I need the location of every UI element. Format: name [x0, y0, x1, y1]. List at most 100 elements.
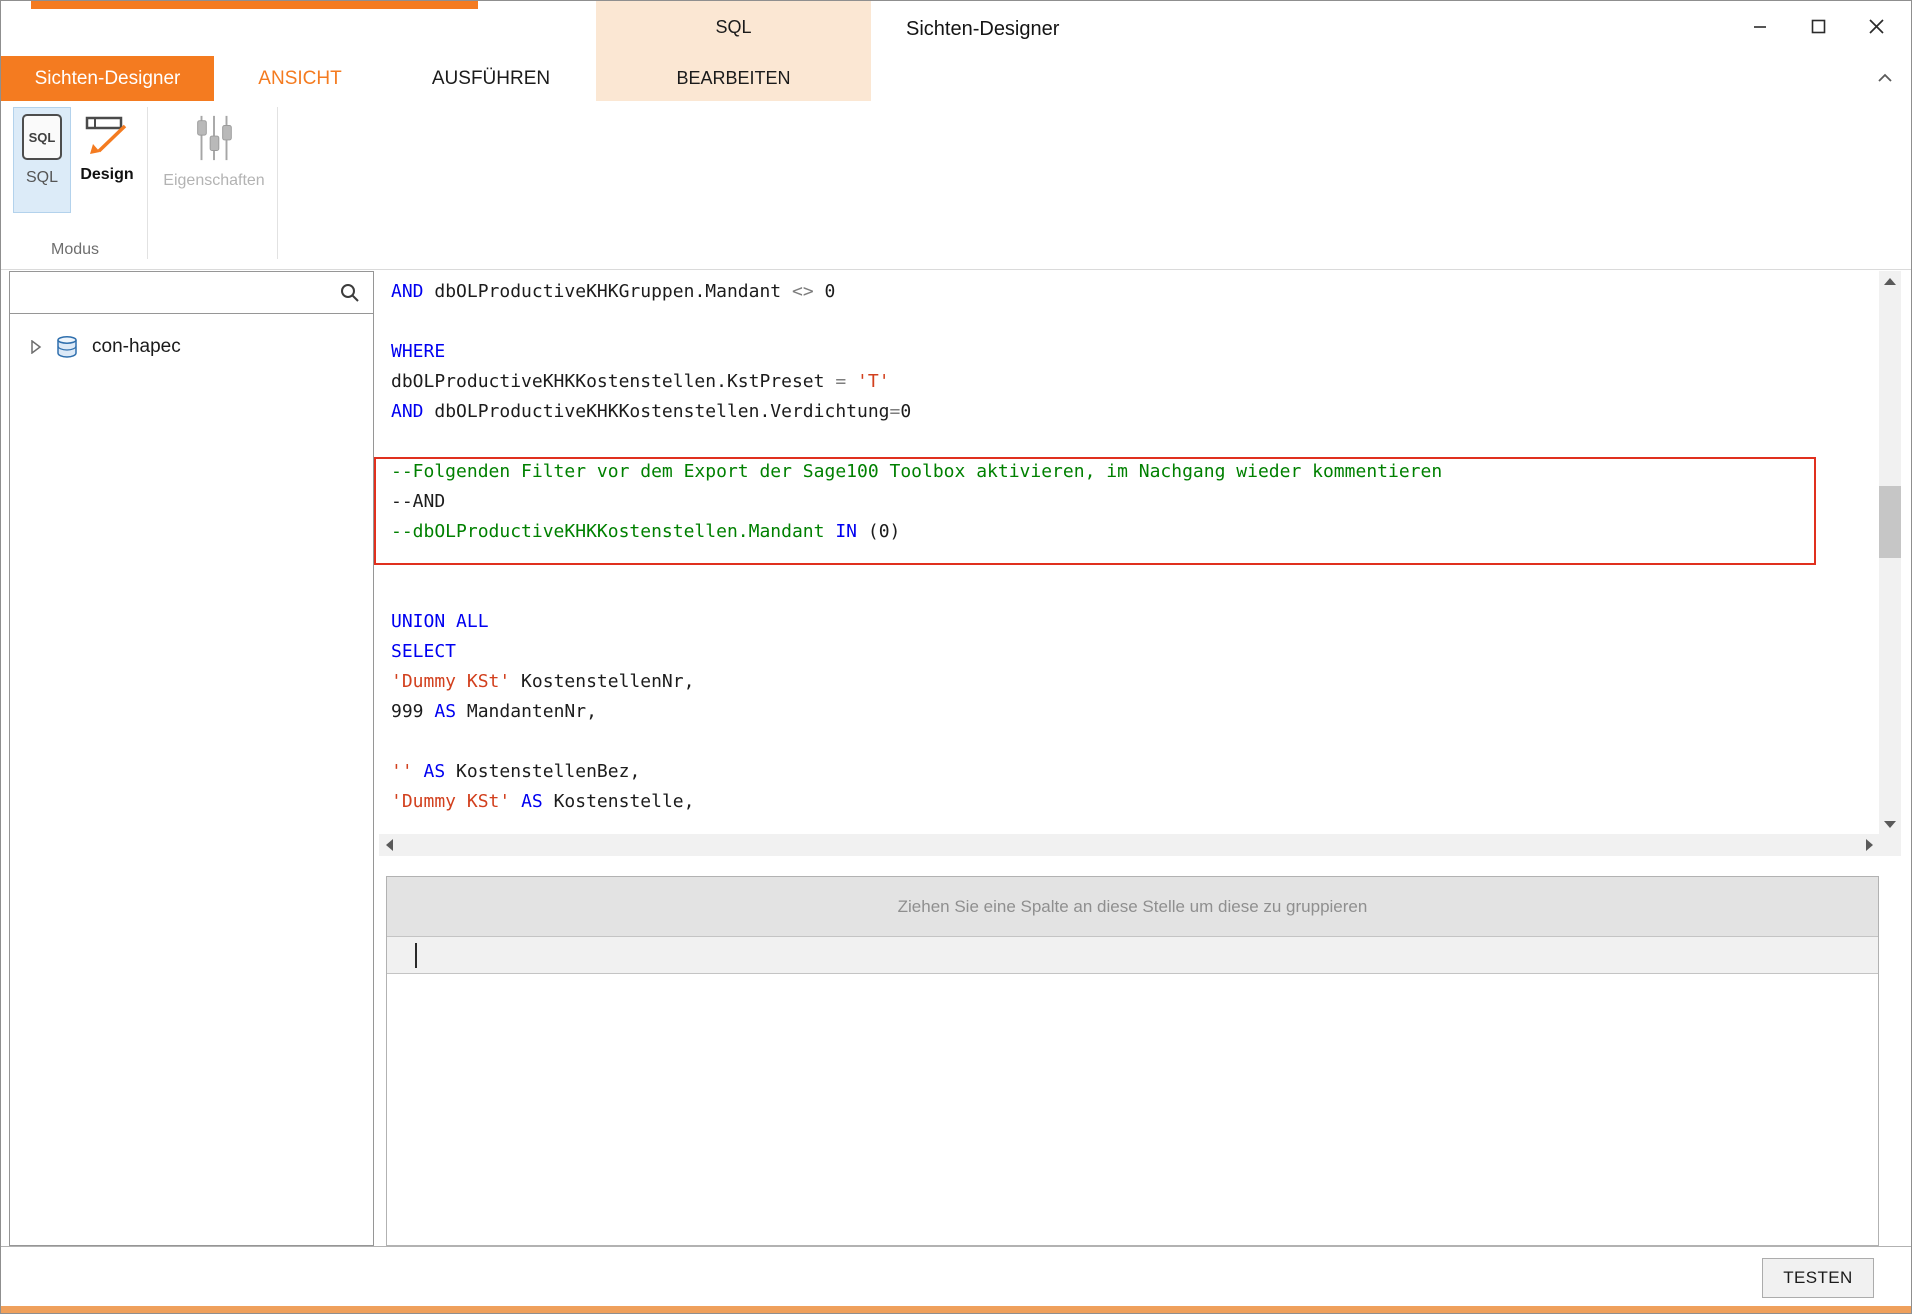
tab-ansicht[interactable]: ANSICHT: [214, 56, 386, 101]
group-by-drop-area[interactable]: Ziehen Sie eine Spalte an diese Stelle u…: [387, 877, 1878, 937]
code-token: AS: [521, 791, 543, 812]
eigenschaften-button[interactable]: Eigenschaften: [153, 107, 275, 213]
code-line[interactable]: [391, 427, 1879, 457]
ribbon-group-separator: [147, 107, 148, 259]
scroll-down-button[interactable]: [1879, 814, 1901, 834]
close-button[interactable]: [1847, 5, 1905, 47]
footer-divider: [1, 1246, 1911, 1247]
code-token: '': [391, 761, 413, 782]
app-window: SQL BEARBEITEN Sichten-Designer Sichten-…: [0, 0, 1912, 1314]
tab-sql-bearbeiten[interactable]: BEARBEITEN: [596, 56, 871, 101]
scroll-left-icon: [386, 839, 393, 851]
maximize-icon: [1811, 19, 1826, 34]
code-token: =: [835, 371, 846, 392]
code-token: AND: [391, 401, 424, 422]
eigenschaften-label: Eigenschaften: [163, 172, 264, 190]
code-line[interactable]: '' AS KostenstellenBez,: [391, 757, 1879, 787]
scroll-up-button[interactable]: [1879, 271, 1901, 291]
database-explorer-panel: con-hapec: [9, 271, 374, 1246]
tab-ausfuehren[interactable]: AUSFÜHREN: [386, 56, 596, 101]
close-icon: [1868, 18, 1885, 35]
code-token: =: [890, 401, 901, 422]
scroll-right-button[interactable]: [1859, 834, 1879, 856]
code-token: IN: [835, 521, 857, 542]
code-token: UNION ALL: [391, 611, 489, 632]
contextual-group-label: SQL: [596, 17, 871, 38]
scroll-up-icon: [1884, 278, 1896, 285]
tree-item-label: con-hapec: [92, 336, 181, 358]
design-icon: [84, 113, 130, 157]
code-token: dbOLProductiveKHKKostenstellen.Verdichtu…: [424, 401, 890, 422]
ribbon: SQL SQL Design Eigenschaften: [1, 101, 1911, 270]
editor-horizontal-scrollbar[interactable]: [379, 834, 1879, 856]
code-token: 'T': [857, 371, 890, 392]
bottom-accent-bar: [1, 1306, 1911, 1314]
code-line[interactable]: UNION ALL: [391, 607, 1879, 637]
explorer-search-bar[interactable]: [10, 272, 373, 314]
code-line[interactable]: SELECT: [391, 637, 1879, 667]
expand-arrow-icon[interactable]: [30, 340, 42, 354]
grid-column-header-row[interactable]: [387, 937, 1878, 974]
code-line[interactable]: AND dbOLProductiveKHKKostenstellen.Verdi…: [391, 397, 1879, 427]
scroll-left-button[interactable]: [379, 834, 399, 856]
code-line[interactable]: AND dbOLProductiveKHKGruppen.Mandant <> …: [391, 277, 1879, 307]
ribbon-group-label-modus: Modus: [9, 241, 141, 259]
code-token: [413, 761, 424, 782]
design-mode-label: Design: [80, 166, 133, 184]
code-line[interactable]: 'Dummy KSt' KostenstellenNr,: [391, 667, 1879, 697]
code-line[interactable]: 999 AS MandantenNr,: [391, 697, 1879, 727]
properties-sliders-icon: [191, 113, 237, 163]
code-token: <>: [792, 281, 814, 302]
result-grid: Ziehen Sie eine Spalte an diese Stelle u…: [386, 876, 1879, 1246]
sql-document-icon: SQL: [22, 114, 62, 160]
code-token: MandantenNr,: [456, 701, 597, 722]
top-accent-bar: [31, 1, 478, 9]
design-mode-button[interactable]: Design: [75, 107, 139, 213]
vertical-scrollbar-thumb[interactable]: [1879, 486, 1901, 558]
scroll-right-icon: [1866, 839, 1873, 851]
code-token: (0): [857, 521, 900, 542]
search-icon[interactable]: [339, 282, 361, 304]
code-token: SELECT: [391, 641, 456, 662]
code-token: AS: [434, 701, 456, 722]
maximize-button[interactable]: [1789, 5, 1847, 47]
code-line[interactable]: dbOLProductiveKHKKostenstellen.KstPreset…: [391, 367, 1879, 397]
code-token: dbOLProductiveKHKGruppen.Mandant: [424, 281, 792, 302]
code-line[interactable]: WHERE: [391, 337, 1879, 367]
code-line[interactable]: --AND: [391, 487, 1879, 517]
editor-vertical-scrollbar[interactable]: [1879, 271, 1901, 834]
code-token: KostenstellenNr,: [510, 671, 694, 692]
code-token: [510, 791, 521, 812]
scroll-down-icon: [1884, 821, 1896, 828]
scrollbar-corner: [1879, 834, 1901, 856]
sql-mode-button[interactable]: SQL SQL: [13, 107, 71, 213]
sql-code: AND dbOLProductiveKHKGruppen.Mandant <> …: [379, 271, 1879, 817]
code-token: Kostenstelle,: [543, 791, 695, 812]
window-title: Sichten-Designer: [906, 18, 1059, 41]
sql-editor[interactable]: AND dbOLProductiveKHKGruppen.Mandant <> …: [379, 271, 1879, 834]
code-token: [846, 371, 857, 392]
tree-item-con-hapec[interactable]: con-hapec: [10, 330, 373, 364]
database-icon: [54, 335, 80, 359]
code-token: --AND: [391, 491, 445, 512]
window-controls: [1731, 5, 1905, 47]
code-line[interactable]: 'Dummy KSt' AS Kostenstelle,: [391, 787, 1879, 817]
code-line[interactable]: [391, 307, 1879, 337]
code-line[interactable]: --Folgenden Filter vor dem Export der Sa…: [391, 457, 1879, 487]
ribbon-group-separator: [277, 107, 278, 259]
code-line[interactable]: [391, 727, 1879, 757]
grid-body[interactable]: [387, 974, 1878, 1244]
contextual-tab-group: SQL BEARBEITEN: [596, 1, 871, 101]
code-token: dbOLProductiveKHKKostenstellen.KstPreset: [391, 371, 835, 392]
code-token: AS: [424, 761, 446, 782]
collapse-ribbon-button[interactable]: [1871, 67, 1899, 89]
code-line[interactable]: --dbOLProductiveKHKKostenstellen.Mandant…: [391, 517, 1879, 547]
tab-sichten-designer[interactable]: Sichten-Designer: [1, 56, 214, 101]
minimize-button[interactable]: [1731, 5, 1789, 47]
code-line[interactable]: [391, 577, 1879, 607]
sql-mode-label: SQL: [26, 169, 58, 187]
code-token: 0: [900, 401, 911, 422]
code-token: 999: [391, 701, 434, 722]
code-line[interactable]: [391, 547, 1879, 577]
testen-button[interactable]: TESTEN: [1762, 1258, 1874, 1298]
